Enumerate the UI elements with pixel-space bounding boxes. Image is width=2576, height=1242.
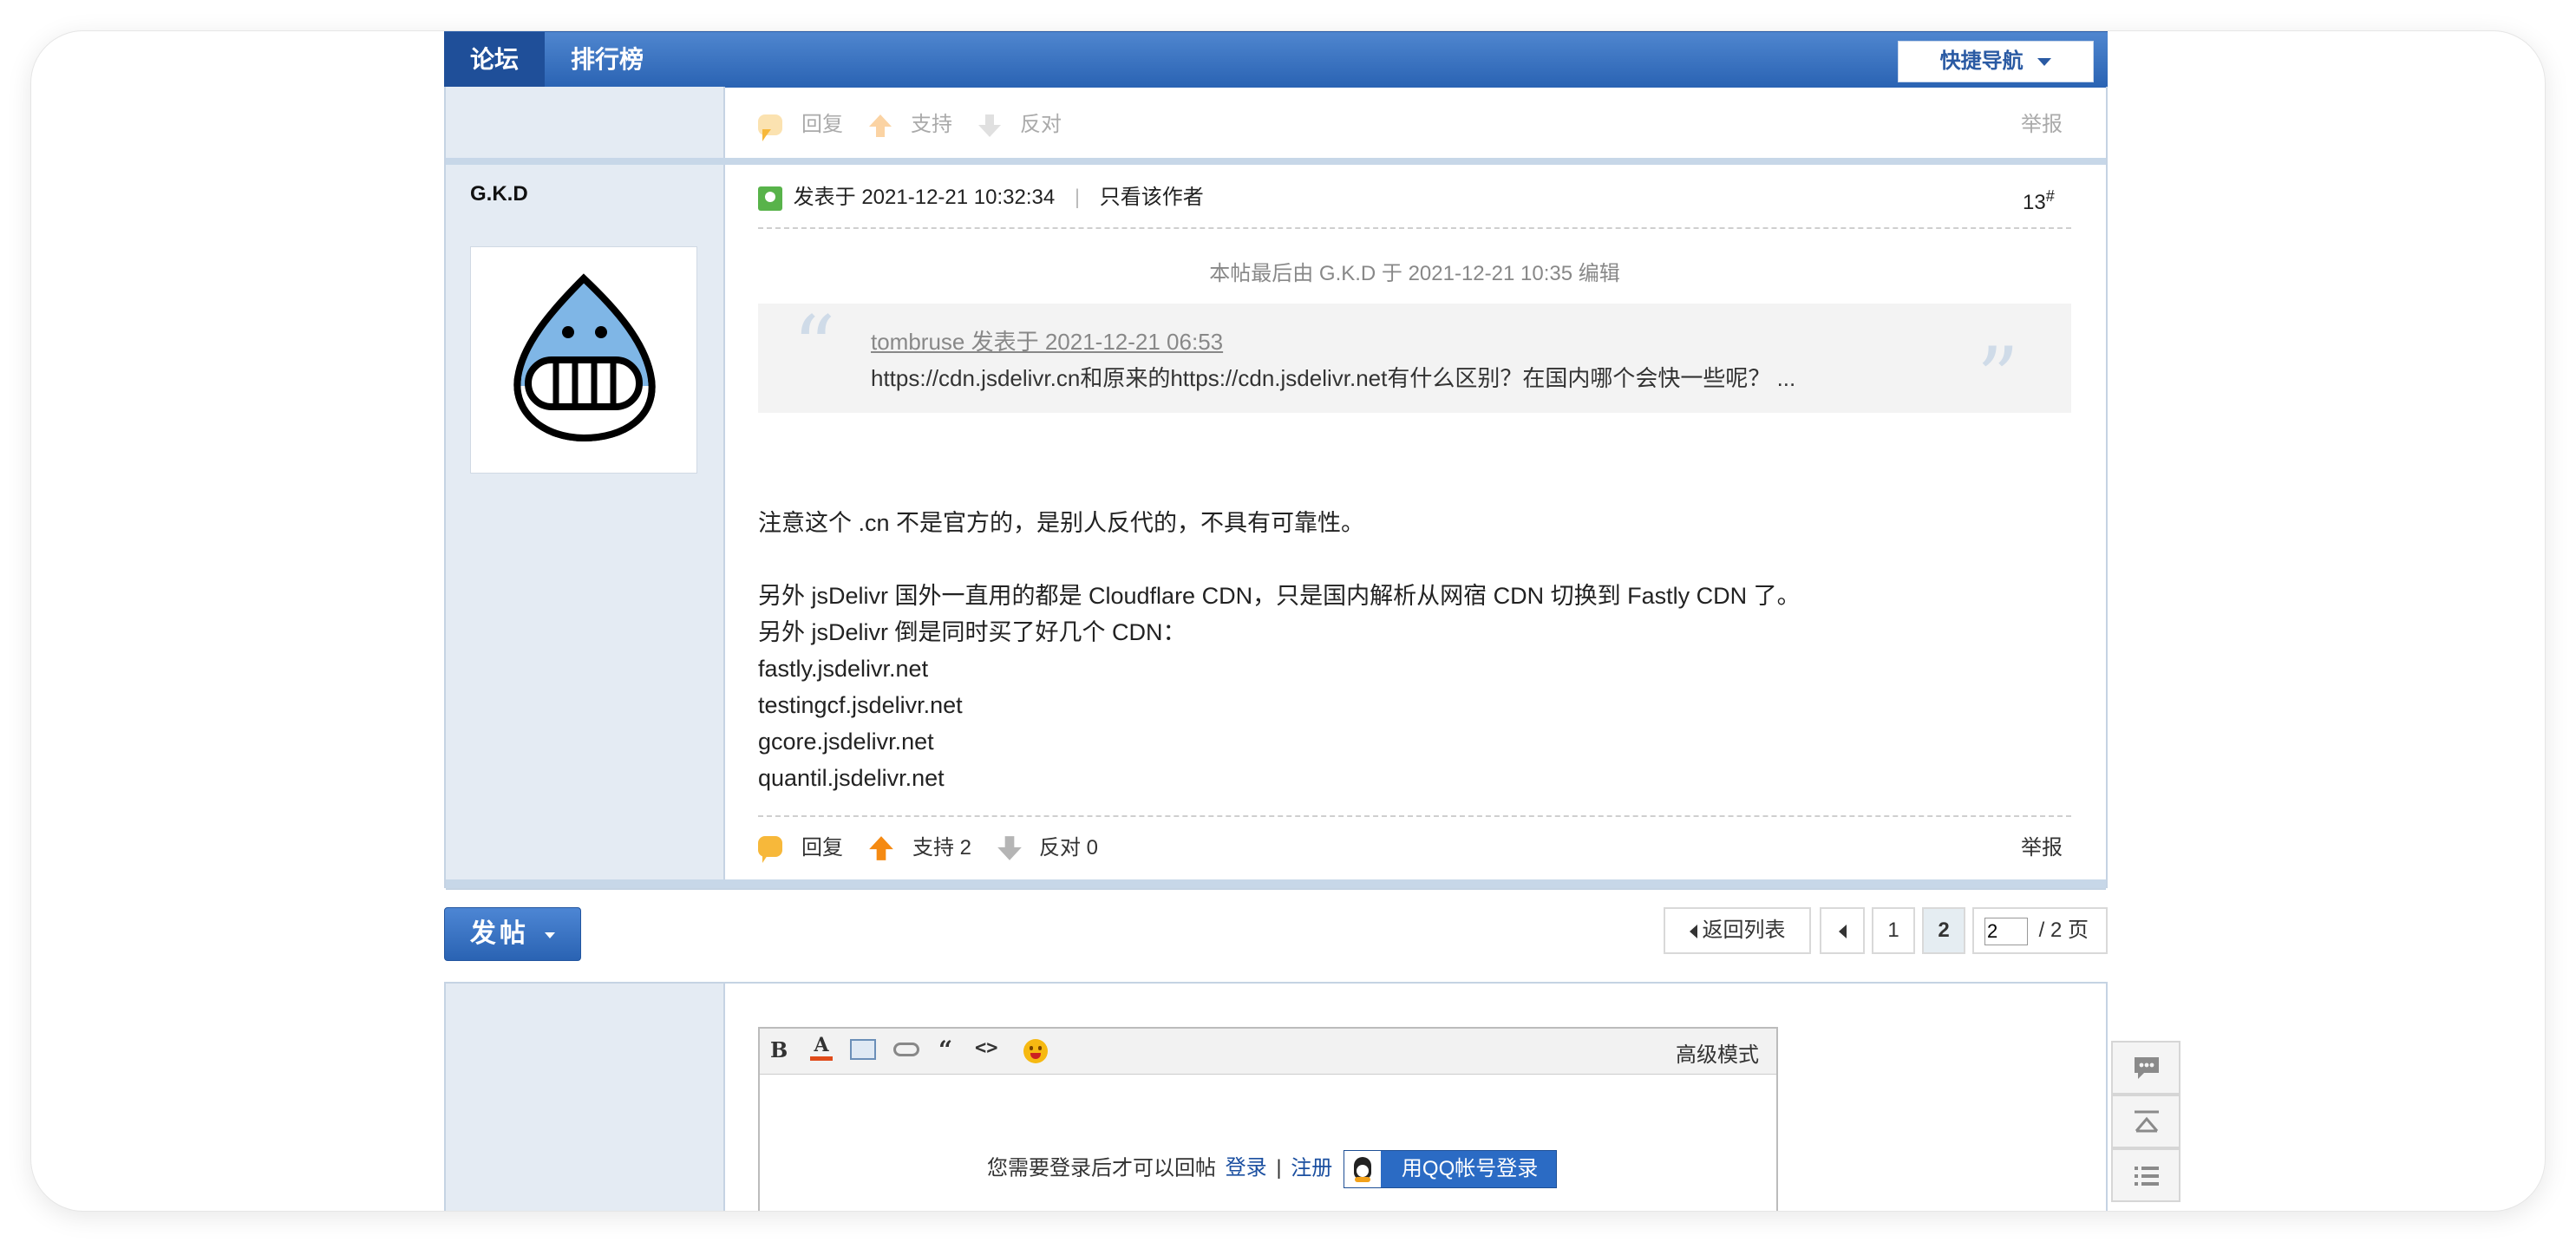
arrow-down-icon xyxy=(997,836,1022,860)
qq-login-button[interactable]: 用QQ帐号登录 xyxy=(1343,1150,1557,1188)
qq-login-label: 用QQ帐号登录 xyxy=(1401,1157,1539,1180)
page-2-current: 2 xyxy=(1922,907,1965,954)
back-to-top-button[interactable] xyxy=(2111,1095,2180,1148)
comment-tool-button[interactable] xyxy=(2111,1041,2180,1095)
online-status-icon xyxy=(758,186,782,211)
login-prompt: 您需要登录后才可以回帖 登录 | 注册 用QQ帐号登录 xyxy=(987,1150,1557,1188)
page-jump: / 2 页 xyxy=(1972,907,2108,954)
chat-icon xyxy=(2135,1057,2159,1079)
floor-value: 13 xyxy=(2023,191,2046,214)
quick-nav-label: 快捷导航 xyxy=(1939,49,2024,73)
reply-bubble-icon xyxy=(758,836,782,863)
smiley-icon[interactable] xyxy=(1023,1039,1048,1063)
only-author-link[interactable]: 只看该作者 xyxy=(1100,186,1204,209)
body-line: 另外 jsDelivr 倒是同时买了好几个 CDN： xyxy=(758,619,1187,645)
list-icon xyxy=(2135,1167,2159,1186)
quote-block: “ ” tombruse 发表于 2021-12-21 06:53 https:… xyxy=(758,298,2071,422)
login-prompt-text: 您需要登录后才可以回帖 xyxy=(987,1156,1216,1180)
open-quote-icon: “ xyxy=(793,298,836,395)
post-bottom-bar xyxy=(446,879,2106,890)
tab-forum[interactable]: 论坛 xyxy=(444,32,546,88)
back-to-list-label: 返回列表 xyxy=(1702,918,1786,942)
quick-nav-button[interactable]: 快捷导航 xyxy=(1898,41,2094,82)
body-line: gcore.jsdelivr.net xyxy=(758,729,934,755)
caret-left-icon xyxy=(1689,924,1697,938)
list-tool-button[interactable] xyxy=(2111,1148,2180,1202)
arrow-up-icon xyxy=(869,836,893,860)
support-label: 支持 2 xyxy=(912,836,972,860)
top-nav: 论坛 排行榜 快捷导航 xyxy=(444,31,2108,88)
footer-divider xyxy=(758,815,2071,817)
body-line xyxy=(758,541,1801,578)
arrow-down-icon xyxy=(978,114,1001,137)
back-to-list-button[interactable]: 返回列表 xyxy=(1664,907,1811,954)
tab-ranking[interactable]: 排行榜 xyxy=(571,32,644,88)
meta-separator: | xyxy=(1074,186,1081,209)
body-line: testingcf.jsdelivr.net xyxy=(758,692,963,718)
edit-note: 本帖最后由 G.K.D 于 2021-12-21 10:35 编辑 xyxy=(1209,262,1620,285)
author-sidebar xyxy=(446,87,723,888)
body-line: fastly.jsdelivr.net xyxy=(758,656,929,682)
quote-text: https://cdn.jsdelivr.cn和原来的https://cdn.j… xyxy=(871,365,1796,391)
caret-down-icon xyxy=(545,932,556,938)
post-body: 注意这个 .cn 不是官方的，是别人反代的，不具有可靠性。 另外 jsDeliv… xyxy=(758,505,1801,796)
page-1-link[interactable]: 1 xyxy=(1872,907,1915,954)
oppose-label: 反对 0 xyxy=(1039,836,1099,860)
new-post-button[interactable]: 发帖 xyxy=(444,907,581,961)
image-icon[interactable] xyxy=(850,1039,876,1060)
page-total: / 2 页 xyxy=(2038,918,2089,942)
prev-reply-label: 回复 xyxy=(801,113,843,136)
post-meta: 发表于 2021-12-21 10:32:34 | 只看该作者 xyxy=(758,184,1204,212)
header-divider xyxy=(758,227,2071,229)
body-line: quantil.jsdelivr.net xyxy=(758,765,945,791)
browser-frame: 论坛 排行榜 快捷导航 回复 支持 反对 举报 G.K.D 发表于 2021-1… xyxy=(31,31,2545,1211)
body-line: 另外 jsDelivr 国外一直用的都是 Cloudflare CDN，只是国内… xyxy=(758,583,1801,609)
prev-report-link[interactable]: 举报 xyxy=(2021,111,2063,139)
login-link[interactable]: 登录 xyxy=(1226,1156,1267,1180)
caret-down-icon xyxy=(2037,58,2052,67)
advanced-mode-link[interactable]: 高级模式 xyxy=(1676,1037,1759,1068)
register-link[interactable]: 注册 xyxy=(1291,1156,1332,1180)
caret-left-icon xyxy=(1838,924,1847,938)
author-name[interactable]: G.K.D xyxy=(470,182,528,206)
reply-editor: B A “ <> 高级模式 您需要登录后才可以回帖 登录 | 注册 用QQ帐号登… xyxy=(758,1027,1778,1211)
floor-mark: # xyxy=(2045,187,2055,205)
editor-toolbar: B A “ <> 高级模式 xyxy=(760,1029,1776,1075)
link-divider: | xyxy=(1276,1156,1282,1180)
code-icon[interactable]: <> xyxy=(975,1037,998,1059)
quote-source-link[interactable]: tombruse 发表于 2021-12-21 06:53 xyxy=(871,324,1223,356)
font-color-icon[interactable]: A xyxy=(810,1034,833,1063)
page-jump-input[interactable] xyxy=(1984,917,2028,945)
new-post-label: 发帖 xyxy=(469,919,529,948)
reply-bubble-icon xyxy=(758,114,782,141)
quote-icon[interactable]: “ xyxy=(938,1036,952,1064)
prev-support-label: 支持 xyxy=(911,113,952,136)
column-divider xyxy=(723,87,725,888)
column-divider xyxy=(723,984,725,1211)
prev-oppose-label: 反对 xyxy=(1020,113,1062,136)
reply-label: 回复 xyxy=(801,836,843,860)
bold-icon[interactable]: B xyxy=(770,1037,788,1062)
avatar[interactable] xyxy=(470,246,697,474)
qq-penguin-icon xyxy=(1344,1151,1381,1187)
posted-time: 发表于 2021-12-21 10:32:34 xyxy=(793,186,1056,209)
close-quote-icon: ” xyxy=(1976,330,2019,427)
prev-page-button[interactable] xyxy=(1820,907,1865,954)
to-top-icon xyxy=(2135,1110,2159,1133)
post-separator xyxy=(446,158,2106,165)
report-link[interactable]: 举报 xyxy=(2021,834,2063,862)
link-icon[interactable] xyxy=(893,1043,919,1056)
shark-avatar-icon xyxy=(513,273,656,442)
quick-reply-sidebar xyxy=(446,984,723,1211)
floor-number[interactable]: 13# xyxy=(2023,187,2055,215)
body-line: 注意这个 .cn 不是官方的，是别人反代的，不具有可靠性。 xyxy=(758,510,1365,536)
arrow-up-icon xyxy=(869,114,892,137)
